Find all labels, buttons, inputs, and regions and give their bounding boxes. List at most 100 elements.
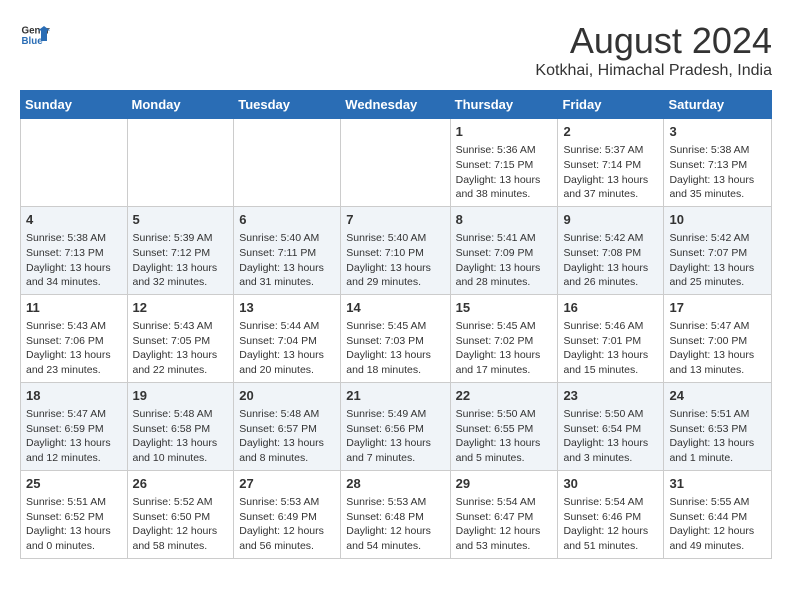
day-info: Daylight: 13 hours [563, 262, 648, 274]
calendar-cell: 3Sunrise: 5:38 AMSunset: 7:13 PMDaylight… [664, 119, 772, 207]
day-info: Daylight: 13 hours [669, 349, 754, 361]
day-info: Daylight: 13 hours [456, 349, 541, 361]
day-info: Sunset: 6:48 PM [346, 511, 424, 523]
day-info: Sunrise: 5:53 AM [239, 496, 319, 508]
day-info: and 18 minutes. [346, 364, 421, 376]
day-info: Sunset: 7:02 PM [456, 335, 534, 347]
day-info: Daylight: 13 hours [669, 437, 754, 449]
day-info: Sunset: 7:10 PM [346, 247, 424, 259]
day-info: and 10 minutes. [133, 452, 208, 464]
calendar-cell: 7 Sunrise: 5:40 AM Sunset: 7:10 PM Daylight… [341, 206, 450, 294]
day-info: Daylight: 13 hours [563, 174, 648, 186]
calendar-cell: 27Sunrise: 5:53 AMSunset: 6:49 PMDayligh… [234, 470, 341, 558]
day-info: Sunrise: 5:47 AM [669, 320, 749, 332]
day-info: Sunset: 6:58 PM [133, 423, 211, 435]
calendar-cell: 11 Sunrise: 5:43 AM Sunset: 7:06 PM Dayligh… [21, 294, 128, 382]
day-info: and 56 minutes. [239, 540, 314, 552]
calendar-cell: 5Sunrise: 5:39 AMSunset: 7:12 PMDaylight… [127, 206, 234, 294]
day-info: Daylight: 13 hours [26, 525, 111, 537]
day-number: 7 [346, 211, 444, 229]
day-number: 4 [26, 211, 122, 229]
day-info: Sunrise: 5:54 AM [456, 496, 536, 508]
day-info: Sunrise: 5:52 AM [133, 496, 213, 508]
weekday-header-row: SundayMondayTuesdayWednesdayThursdayFrid… [21, 91, 772, 119]
day-info: Daylight: 12 hours [346, 525, 431, 537]
day-info: Sunrise: 5:39 AM [133, 232, 213, 244]
calendar-cell: 24Sunrise: 5:51 AMSunset: 6:53 PMDayligh… [664, 382, 772, 470]
calendar-cell: 13Sunrise: 5:44 AMSunset: 7:04 PMDayligh… [234, 294, 341, 382]
day-info: and 13 minutes. [669, 364, 744, 376]
day-info: Sunset: 7:00 PM [669, 335, 747, 347]
day-info: and 35 minutes. [669, 188, 744, 200]
day-number: 31 [669, 475, 766, 493]
day-number: 12 [133, 299, 229, 317]
day-number: 30 [563, 475, 658, 493]
day-info: Sunset: 7:07 PM [669, 247, 747, 259]
day-info: Sunset: 7:15 PM [456, 159, 534, 171]
day-number: 17 [669, 299, 766, 317]
day-info: Sunset: 7:14 PM [563, 159, 641, 171]
weekday-header-tuesday: Tuesday [234, 91, 341, 119]
day-info: and 37 minutes. [563, 188, 638, 200]
day-info: and 1 minute. [669, 452, 733, 464]
day-number: 11 [26, 299, 122, 317]
day-info: Sunset: 7:06 PM [26, 335, 104, 347]
day-info: Sunset: 6:49 PM [239, 511, 317, 523]
day-info: Sunset: 7:12 PM [133, 247, 211, 259]
day-number: 16 [563, 299, 658, 317]
calendar-cell: 8Sunrise: 5:41 AMSunset: 7:09 PMDaylight… [450, 206, 558, 294]
day-info: Sunrise: 5:40 AM [346, 232, 426, 244]
day-info: and 29 minutes. [346, 276, 421, 288]
day-info: Sunrise: 5:43 AM [26, 320, 106, 332]
day-info: and 54 minutes. [346, 540, 421, 552]
day-info: Sunset: 7:05 PM [133, 335, 211, 347]
day-info: and 28 minutes. [456, 276, 531, 288]
day-info: Sunrise: 5:38 AM [669, 144, 749, 156]
day-info: and 15 minutes. [563, 364, 638, 376]
day-info: Daylight: 13 hours [346, 262, 431, 274]
day-number: 20 [239, 387, 335, 405]
day-number: 10 [669, 211, 766, 229]
day-info: Sunrise: 5:38 AM [26, 232, 106, 244]
calendar-cell: 14Sunrise: 5:45 AMSunset: 7:03 PMDayligh… [341, 294, 450, 382]
day-info: Daylight: 13 hours [239, 262, 324, 274]
day-info: Daylight: 13 hours [456, 174, 541, 186]
day-number: 26 [133, 475, 229, 493]
calendar-cell: 18Sunrise: 5:47 AMSunset: 6:59 PMDayligh… [21, 382, 128, 470]
day-info: Sunset: 7:11 PM [239, 247, 316, 259]
day-info: Daylight: 13 hours [239, 349, 324, 361]
day-info: Sunrise: 5:47 AM [26, 408, 106, 420]
calendar-cell: 28Sunrise: 5:53 AMSunset: 6:48 PMDayligh… [341, 470, 450, 558]
location: Kotkhai, Himachal Pradesh, India [535, 62, 772, 80]
calendar-cell: 29Sunrise: 5:54 AMSunset: 6:47 PMDayligh… [450, 470, 558, 558]
day-info: Sunrise: 5:51 AM [26, 496, 106, 508]
weekday-header-wednesday: Wednesday [341, 91, 450, 119]
day-info: Daylight: 13 hours [26, 349, 111, 361]
day-info: Sunrise: 5:54 AM [563, 496, 643, 508]
calendar-week-row: 18Sunrise: 5:47 AMSunset: 6:59 PMDayligh… [21, 382, 772, 470]
calendar-cell: 12Sunrise: 5:43 AMSunset: 7:05 PMDayligh… [127, 294, 234, 382]
day-info: Daylight: 13 hours [346, 437, 431, 449]
weekday-header-saturday: Saturday [664, 91, 772, 119]
day-info: Sunrise: 5:36 AM [456, 144, 536, 156]
day-info: and 12 minutes. [26, 452, 101, 464]
day-info: and 22 minutes. [133, 364, 208, 376]
day-info: and 7 minutes. [346, 452, 415, 464]
day-info: Daylight: 13 hours [456, 262, 541, 274]
day-info: Daylight: 13 hours [133, 437, 218, 449]
day-number: 5 [133, 211, 229, 229]
day-info: Daylight: 13 hours [133, 349, 218, 361]
day-info: Daylight: 13 hours [669, 262, 754, 274]
day-info: Sunset: 6:52 PM [26, 511, 104, 523]
day-info: Sunset: 6:47 PM [456, 511, 534, 523]
day-number: 3 [669, 123, 766, 141]
calendar-cell: 30Sunrise: 5:54 AMSunset: 6:46 PMDayligh… [558, 470, 664, 558]
day-info: and 51 minutes. [563, 540, 638, 552]
day-info: Sunset: 7:04 PM [239, 335, 317, 347]
logo-icon: General Blue [20, 20, 50, 50]
day-info: Sunrise: 5:44 AM [239, 320, 319, 332]
calendar-cell: 2Sunrise: 5:37 AMSunset: 7:14 PMDaylight… [558, 119, 664, 207]
day-info: Daylight: 13 hours [563, 437, 648, 449]
day-number: 15 [456, 299, 553, 317]
calendar-cell: 22Sunrise: 5:50 AMSunset: 6:55 PMDayligh… [450, 382, 558, 470]
